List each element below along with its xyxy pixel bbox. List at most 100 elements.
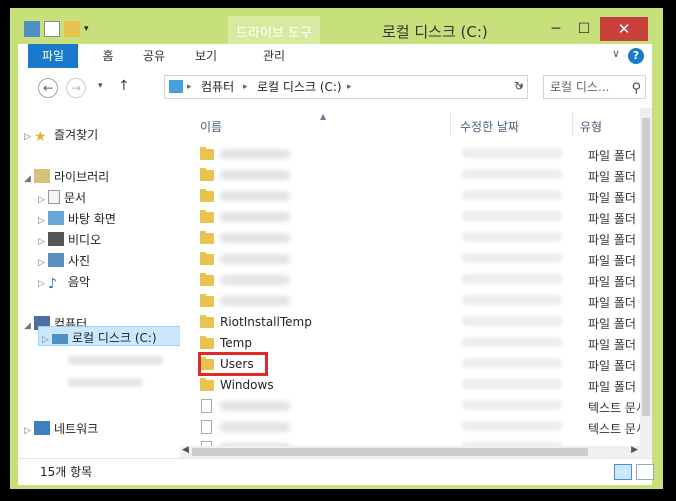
file-name: [220, 422, 290, 432]
blurred-date: [462, 379, 562, 389]
file-type: 파일 폴더: [588, 296, 636, 310]
properties-icon[interactable]: [44, 21, 60, 37]
title-bar: ▾ 드라이브 도구 로컬 디스크 (C:) ─ ☐ ✕: [10, 8, 663, 54]
nav-videos[interactable]: ▷ 비디오: [38, 231, 101, 248]
nav-pictures-label: 사진: [68, 254, 91, 268]
column-header-date[interactable]: 수정한 날짜: [460, 118, 519, 135]
vertical-scrollbar[interactable]: [640, 108, 652, 446]
search-placeholder: 로컬 디스...: [550, 80, 610, 94]
column-divider[interactable]: [572, 112, 573, 136]
file-name: [220, 212, 290, 222]
refresh-icon[interactable]: ↻: [510, 75, 528, 99]
search-input[interactable]: 로컬 디스... ⚲: [543, 75, 646, 99]
file-row[interactable]: 파일 폴더: [180, 270, 640, 291]
file-name: Windows: [220, 378, 274, 392]
navigation-bar: ← → ▾ ↑ ▸ 컴퓨터 ▸ 로컬 디스크 (C:) ▸ ▾ ↻ 로컬 디스.…: [18, 68, 652, 108]
computer-icon: [169, 80, 183, 93]
folder-icon: [200, 252, 214, 265]
expand-icon[interactable]: ▷: [38, 279, 48, 289]
explorer-window: ▾ 드라이브 도구 로컬 디스크 (C:) ─ ☐ ✕ 파일 홈 공유 보기 관…: [10, 8, 663, 489]
file-row[interactable]: 파일 폴더: [180, 186, 640, 207]
breadcrumb-computer[interactable]: 컴퓨터: [201, 76, 234, 98]
tab-view[interactable]: 보기: [186, 44, 226, 68]
blurred-date: [462, 190, 562, 200]
drive-tools-label: 드라이브 도구: [236, 26, 312, 41]
nav-local-disk[interactable]: ▷ 로컬 디스크 (C:): [42, 329, 157, 346]
tab-home[interactable]: 홈: [90, 44, 126, 68]
address-bar[interactable]: ▸ 컴퓨터 ▸ 로컬 디스크 (C:) ▸ ▾: [164, 75, 528, 99]
nav-libraries[interactable]: ◢ 라이브러리: [24, 168, 109, 185]
ribbon-toggle-icon[interactable]: ∨: [612, 47, 620, 60]
expand-icon[interactable]: ▷: [38, 195, 48, 205]
new-folder-icon[interactable]: [64, 21, 80, 37]
file-row[interactable]: 파일 폴더: [180, 207, 640, 228]
file-name: RiotInstallTemp: [220, 315, 312, 329]
column-header-type[interactable]: 유형: [580, 118, 602, 135]
minimize-button[interactable]: ─: [542, 18, 570, 40]
nav-local-disk-label: 로컬 디스크 (C:): [72, 331, 157, 345]
file-name: [220, 233, 290, 243]
nav-pictures[interactable]: ▷ 사진: [38, 252, 90, 269]
folder-icon: [200, 315, 214, 328]
folder-icon: [200, 273, 214, 286]
folder-icon: [200, 378, 214, 391]
up-button[interactable]: ↑: [118, 78, 130, 94]
file-row[interactable]: 파일 폴더: [180, 249, 640, 270]
quick-access-toolbar: ▾: [24, 21, 89, 37]
file-row[interactable]: 텍스트 문서: [180, 417, 647, 438]
folder-icon: [200, 168, 214, 181]
help-icon[interactable]: ?: [628, 48, 644, 64]
scroll-left-icon[interactable]: ◀: [182, 445, 189, 455]
large-icons-view-icon[interactable]: [636, 464, 654, 480]
star-icon: ★: [34, 129, 47, 145]
forward-button[interactable]: →: [66, 78, 86, 98]
file-row[interactable]: RiotInstallTemp 파일 폴더: [180, 312, 640, 333]
file-row[interactable]: 파일 폴더: [180, 165, 640, 186]
details-view-icon[interactable]: [614, 464, 632, 480]
expand-icon[interactable]: ▷: [24, 132, 34, 142]
column-header-name[interactable]: 이름: [200, 118, 222, 135]
nav-desktop[interactable]: ▷ 바탕 화면: [38, 210, 116, 227]
expand-icon[interactable]: ▷: [42, 335, 52, 345]
breadcrumb-local-disk[interactable]: 로컬 디스크 (C:): [257, 76, 342, 98]
expand-icon[interactable]: ▷: [38, 216, 48, 226]
collapse-icon[interactable]: ◢: [24, 174, 34, 184]
blurred-date: [462, 337, 562, 347]
maximize-button[interactable]: ☐: [570, 18, 598, 40]
nav-music[interactable]: ▷ ♪ 음악: [38, 273, 90, 292]
file-row[interactable]: 파일 폴더: [180, 228, 640, 249]
expand-icon[interactable]: ▷: [38, 258, 48, 268]
vertical-scroll-thumb[interactable]: [642, 118, 650, 416]
tab-manage[interactable]: 관리: [228, 44, 320, 68]
file-list-pane: ▲ 이름 수정한 날짜 유형 파일 폴더 파일 폴더 파일 폴더 파일 폴더 파일 폴더…: [180, 108, 652, 458]
column-divider[interactable]: [450, 112, 451, 136]
file-type: 파일 폴더: [588, 338, 636, 352]
file-type: 파일 폴더: [588, 317, 636, 331]
music-icon: ♪: [48, 276, 57, 292]
close-button[interactable]: ✕: [600, 17, 648, 41]
nav-documents[interactable]: ▷ 문서: [38, 189, 86, 206]
file-row[interactable]: 파일 폴더: [180, 291, 640, 312]
status-bar: 15개 항목: [18, 458, 654, 485]
tab-file[interactable]: 파일: [28, 44, 78, 68]
back-button[interactable]: ←: [38, 78, 58, 98]
nav-network[interactable]: ▷ 네트워크: [24, 420, 98, 437]
folder-icon: [200, 294, 214, 307]
expand-icon[interactable]: ▷: [24, 426, 34, 436]
expand-icon[interactable]: ▷: [38, 237, 48, 247]
file-row[interactable]: Windows 파일 폴더: [180, 375, 640, 396]
file-type: 파일 폴더: [588, 233, 636, 247]
nav-favorites[interactable]: ▷ ★ 즐겨찾기: [24, 126, 98, 145]
collapse-icon[interactable]: ◢: [24, 321, 34, 331]
tab-share[interactable]: 공유: [134, 44, 174, 68]
file-row[interactable]: 텍스트 문서: [180, 396, 647, 417]
drive-icon[interactable]: [24, 21, 40, 37]
horizontal-scrollbar[interactable]: ◀ ▶: [180, 445, 652, 458]
horizontal-scroll-thumb[interactable]: [192, 448, 588, 456]
qat-dropdown-icon[interactable]: ▾: [84, 24, 89, 34]
recent-locations-icon[interactable]: ▾: [98, 81, 103, 91]
scroll-right-icon[interactable]: ▶: [631, 445, 638, 455]
file-row[interactable]: Temp 파일 폴더: [180, 333, 640, 354]
file-row[interactable]: 파일 폴더: [180, 144, 640, 165]
navigation-pane: ▷ ★ 즐겨찾기 ◢ 라이브러리 ▷ 문서 ▷ 바탕 화면 ▷ 비디오 ▷ 사진 ▷ ♪ 음악 ◢…: [18, 108, 188, 458]
